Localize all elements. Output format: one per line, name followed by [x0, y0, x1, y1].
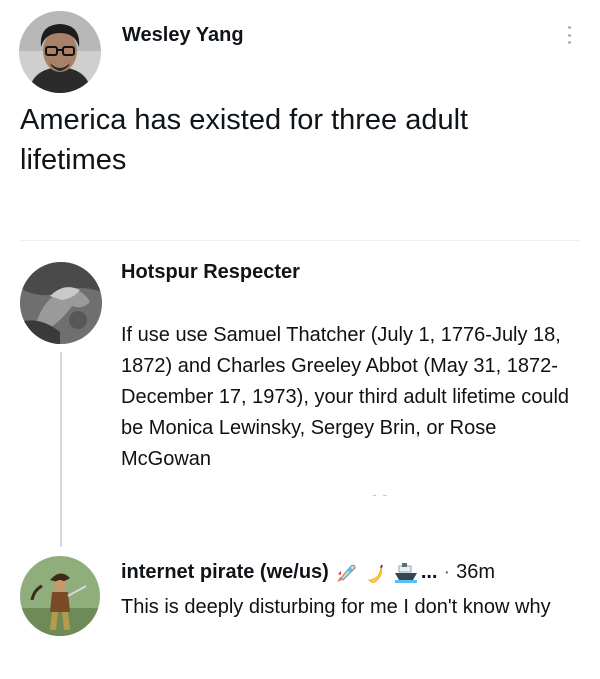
avatar-artwork-image	[20, 262, 102, 344]
banana-icon	[365, 562, 387, 584]
name-truncation-ellipsis: ...	[420, 561, 438, 583]
reply-1-text: If use use Samuel Thatcher (July 1, 1776…	[121, 324, 570, 470]
header-separator: ·	[443, 561, 451, 583]
more-dot	[567, 41, 571, 44]
avatar-pirate-image	[20, 556, 100, 636]
rocket-icon	[335, 562, 359, 584]
main-post-text: America has existed for three adult life…	[20, 104, 469, 176]
internet-pirate-avatar[interactable]	[20, 556, 100, 636]
reply-2-timestamp[interactable]: 36m	[456, 561, 495, 584]
wesley-yang-avatar[interactable]	[19, 11, 101, 93]
reply-2-header: internet pirate (we/us) ... · 36m	[121, 561, 495, 584]
avatar-portrait-image	[19, 11, 101, 93]
reply-2-text: This is deeply disturbing for me I don't…	[121, 596, 551, 618]
reply-more-marker: - -	[372, 486, 389, 502]
wesley-yang-name[interactable]: Wesley Yang	[122, 24, 244, 47]
hotspur-respecter-name[interactable]: Hotspur Respecter	[121, 261, 300, 284]
internet-pirate-name[interactable]: internet pirate (we/us)	[121, 561, 329, 584]
hotspur-respecter-avatar[interactable]	[20, 262, 102, 344]
more-options-icon[interactable]	[562, 24, 576, 46]
thread-connector-line	[60, 352, 62, 547]
ship-icon	[393, 562, 419, 584]
more-dot	[567, 33, 571, 37]
more-dot	[567, 26, 571, 29]
post-divider	[20, 240, 580, 241]
